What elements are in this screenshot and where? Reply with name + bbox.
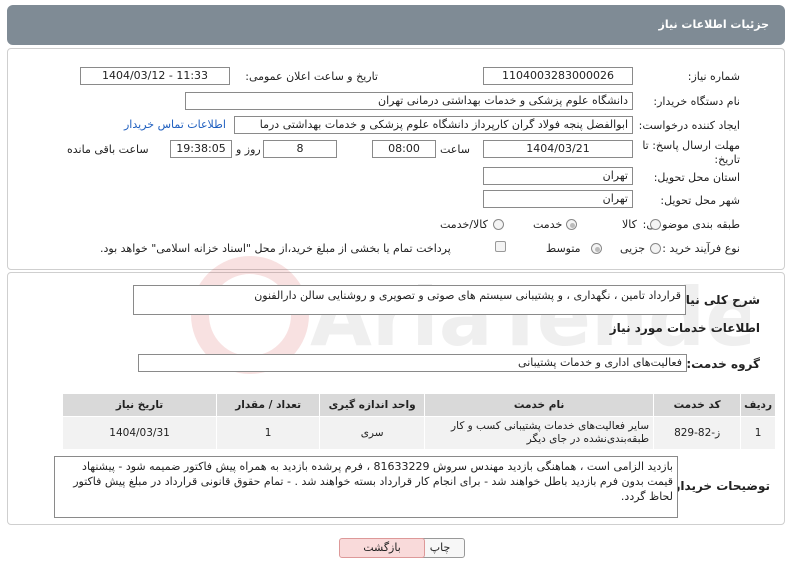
service-group-field[interactable]: فعالیت‌های اداری و خدمات پشتیبانی xyxy=(138,354,687,372)
services-table: ردیف کد خدمت نام خدمت واحد اندازه گیری ت… xyxy=(61,393,776,450)
category-radio-goods[interactable] xyxy=(650,219,661,230)
table-header-row: ردیف کد خدمت نام خدمت واحد اندازه گیری ت… xyxy=(61,393,776,417)
col-code: کد خدمت xyxy=(653,393,742,417)
category-option-goods: کالا xyxy=(622,218,637,231)
deadline-time-label: ساعت xyxy=(440,143,470,156)
buyer-org-label: نام دستگاه خریدار: xyxy=(653,95,740,108)
services-section-title: اطلاعات خدمات مورد نیاز xyxy=(609,321,760,335)
remaining-days-field[interactable]: 8 xyxy=(263,140,337,158)
cell-unit: سری xyxy=(319,416,426,450)
col-unit: واحد اندازه گیری xyxy=(319,393,426,417)
process-label: نوع فرآیند خرید : xyxy=(662,242,740,255)
remaining-time-label: ساعت باقی مانده xyxy=(67,143,149,156)
service-group-label: گروه خدمت: xyxy=(686,357,760,371)
need-number-field[interactable]: 1104003283000026 xyxy=(483,67,633,85)
category-option-goods-service: کالا/خدمت xyxy=(440,218,488,231)
cell-date: 1404/03/31 xyxy=(61,416,218,450)
deadline-label: مهلت ارسال پاسخ: تا تاریخ: xyxy=(642,139,740,166)
category-option-service: خدمت xyxy=(533,218,563,231)
page-title: جزئیات اطلاعات نیاز xyxy=(658,18,770,31)
remaining-time-field[interactable]: 19:38:05 xyxy=(170,140,232,158)
cell-qty: 1 xyxy=(216,416,321,450)
process-option-medium: متوسط xyxy=(546,242,581,255)
announce-datetime-field[interactable]: 1404/03/12 - 11:33 xyxy=(80,67,230,85)
cell-name: سایر فعالیت‌های خدمات پشتیبانی کسب و کار… xyxy=(424,416,655,450)
treasury-checkbox[interactable] xyxy=(495,241,506,252)
process-option-minor: جزیی xyxy=(620,242,646,255)
remaining-days-label: روز و xyxy=(236,143,261,156)
buyer-notes-field[interactable]: بازدید الزامی است ، هماهنگی بازدید مهندس… xyxy=(54,456,678,518)
buyer-notes-label: توضیحات خریدار: xyxy=(668,479,770,493)
cell-code: ز-82-829 xyxy=(653,416,742,450)
col-name: نام خدمت xyxy=(424,393,655,417)
city-label: شهر محل تحویل: xyxy=(660,194,740,207)
cell-row: 1 xyxy=(740,416,776,450)
table-row[interactable]: 1 ز-82-829 سایر فعالیت‌های خدمات پشتیبان… xyxy=(61,416,776,450)
province-field[interactable]: تهران xyxy=(483,167,633,185)
province-label: استان محل تحویل: xyxy=(653,171,740,184)
creator-field[interactable]: ابوالفضل پنجه فولاد گران کارپرداز دانشگا… xyxy=(234,116,633,134)
category-radio-service[interactable] xyxy=(566,219,577,230)
buyer-contact-link[interactable]: اطلاعات تماس خریدار xyxy=(124,118,226,131)
treasury-note: پرداخت تمام یا بخشی از مبلغ خرید،از محل … xyxy=(100,242,451,255)
col-row: ردیف xyxy=(740,393,776,417)
back-button[interactable]: بازگشت xyxy=(339,538,425,558)
deadline-date-field[interactable]: 1404/03/21 xyxy=(483,140,633,158)
process-radio-medium[interactable] xyxy=(591,243,602,254)
buyer-org-field[interactable]: دانشگاه علوم پزشکی و خدمات بهداشتی درمان… xyxy=(185,92,633,110)
col-date: تاریخ نیاز xyxy=(61,393,218,417)
page-header: جزئیات اطلاعات نیاز xyxy=(7,5,785,45)
process-radio-minor[interactable] xyxy=(650,243,661,254)
announce-datetime-label: تاریخ و ساعت اعلان عمومی: xyxy=(245,70,378,83)
description-field[interactable]: قرارداد تامین ، نگهداری ، و پشتیبانی سیس… xyxy=(133,285,686,315)
need-number-label: شماره نیاز: xyxy=(687,70,740,83)
creator-label: ایجاد کننده درخواست: xyxy=(638,119,740,132)
category-radio-goods-service[interactable] xyxy=(493,219,504,230)
deadline-time-field[interactable]: 08:00 xyxy=(372,140,436,158)
city-field[interactable]: تهران xyxy=(483,190,633,208)
col-qty: تعداد / مقدار xyxy=(216,393,321,417)
description-label: شرح کلی نیاز: xyxy=(674,293,760,307)
